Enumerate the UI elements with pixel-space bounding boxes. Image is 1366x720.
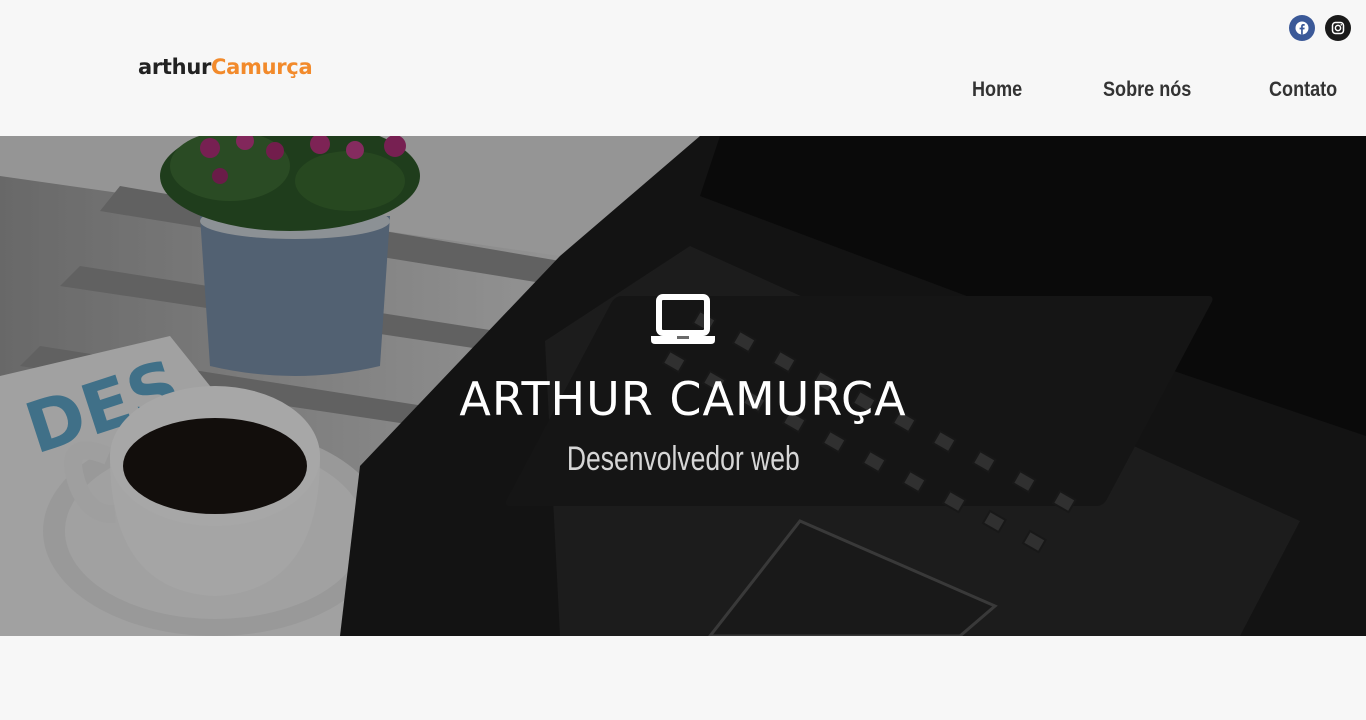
nav-sobre-nos[interactable]: Sobre nós — [1103, 78, 1191, 102]
instagram-link[interactable] — [1325, 15, 1351, 41]
hero-banner: DES ARTHUR CAMURÇA Desenvolvedor web — [0, 136, 1366, 636]
site-logo[interactable]: arthurCamurça — [138, 55, 313, 79]
hero-subtitle: Desenvolvedor web — [0, 440, 1366, 479]
site-header: arthurCamurça Home Sobre nós Contato — [0, 0, 1366, 136]
laptop-icon — [651, 294, 715, 344]
logo-text-second: Camurça — [211, 55, 313, 79]
facebook-icon — [1295, 21, 1309, 35]
facebook-link[interactable] — [1289, 15, 1315, 41]
instagram-icon — [1331, 21, 1345, 35]
social-links — [1289, 15, 1351, 41]
nav-contato[interactable]: Contato — [1269, 78, 1337, 102]
logo-text-first: arthur — [138, 55, 212, 79]
hero-subtitle-text: Desenvolvedor web — [566, 440, 800, 478]
nav-home[interactable]: Home — [972, 78, 1022, 102]
hero-title: ARTHUR CAMURÇA — [459, 372, 907, 426]
